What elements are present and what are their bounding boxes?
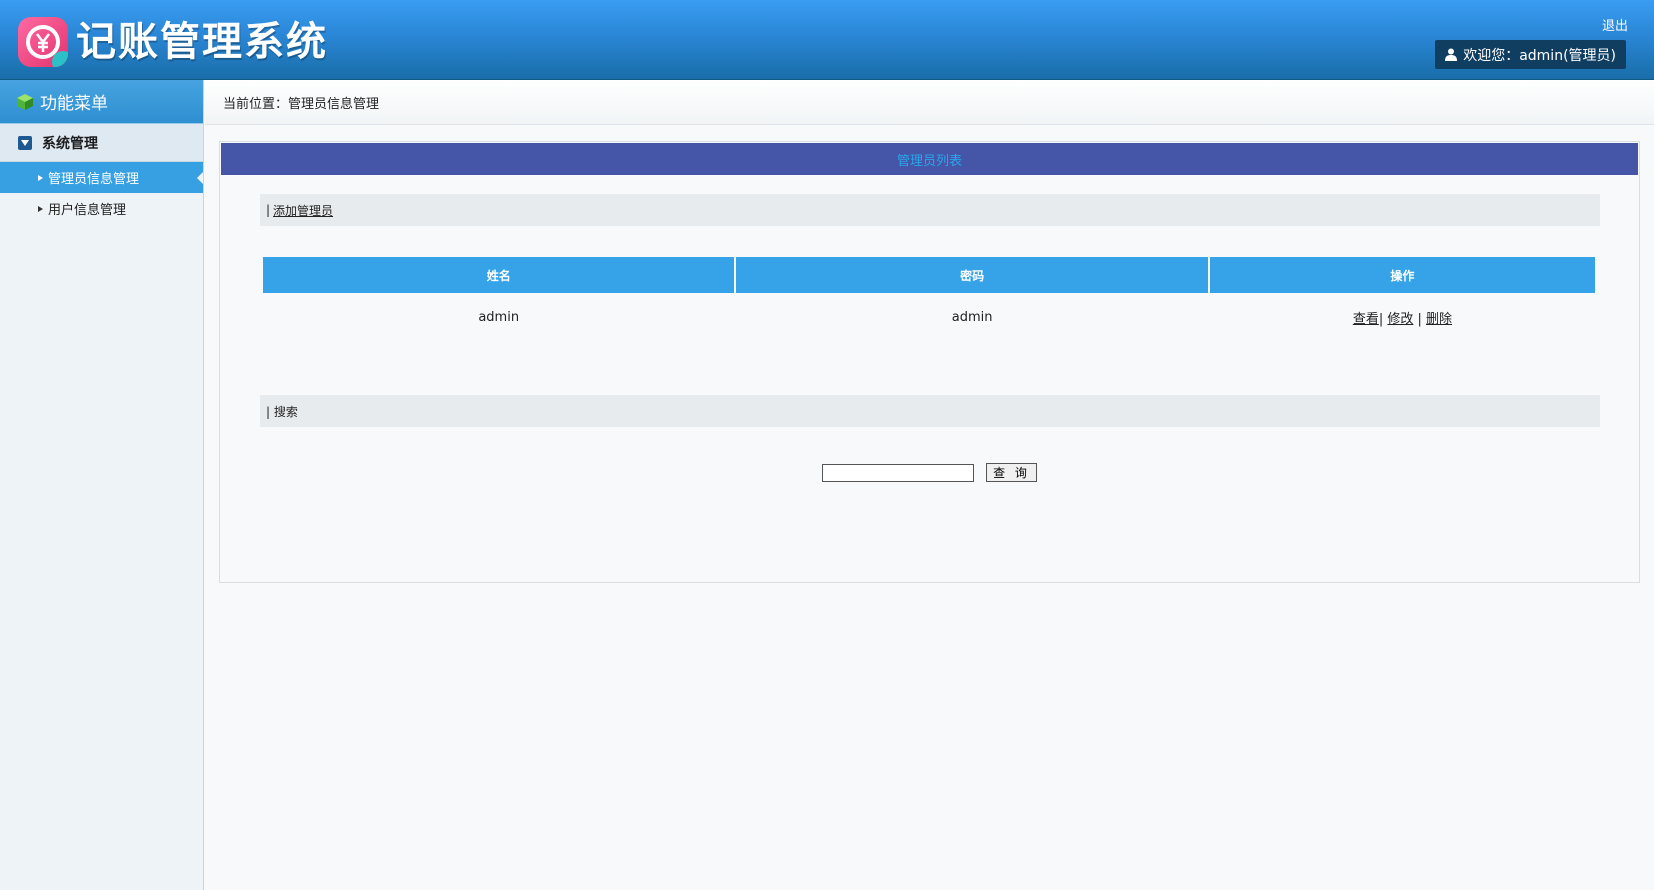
sidebar-item-user-management[interactable]: 用户信息管理 xyxy=(0,193,203,224)
column-header-password: 密码 xyxy=(736,257,1208,293)
welcome-text: 欢迎您：admin(管理员) xyxy=(1463,47,1616,64)
app-title: 记账管理系统 xyxy=(76,19,328,65)
cell-password: admin xyxy=(951,309,993,325)
search-button[interactable]: 查 询 xyxy=(986,463,1037,482)
sidebar-item-label: 用户信息管理 xyxy=(48,203,127,218)
cube-icon xyxy=(17,93,33,110)
sidebar-title-text: 功能菜单 xyxy=(40,94,108,114)
app-logo: 记账管理系统 xyxy=(18,17,328,67)
delete-link[interactable]: 删除 xyxy=(1426,312,1452,327)
logout-link[interactable]: 退出 xyxy=(1602,15,1628,34)
sidebar-title: 功能菜单 xyxy=(0,80,203,124)
add-admin-bar: | 添加管理员 xyxy=(260,194,1600,226)
cell-actions: 查看| 修改 | 删除 xyxy=(1352,311,1453,327)
search-input[interactable] xyxy=(822,463,975,482)
table-header-row: 姓名 密码 操作 xyxy=(263,257,1595,293)
edit-link[interactable]: 修改 xyxy=(1387,312,1413,327)
search-row: 查 询 xyxy=(220,463,1639,482)
user-icon xyxy=(1445,48,1458,61)
add-admin-link[interactable]: 添加管理员 xyxy=(273,202,333,219)
search-bar: | 搜索 xyxy=(260,395,1600,427)
welcome-badge: 欢迎您：admin(管理员) xyxy=(1435,40,1626,69)
sidebar-item-label: 管理员信息管理 xyxy=(48,172,140,187)
breadcrumb-text: 当前位置：管理员信息管理 xyxy=(223,96,380,112)
sidebar: 功能菜单 系统管理 管理员信息管理 用户信息管理 xyxy=(0,80,204,890)
panel-title: 管理员列表 xyxy=(221,143,1638,175)
cell-name: admin xyxy=(478,309,520,325)
divider: | xyxy=(266,203,271,217)
column-header-actions: 操作 xyxy=(1209,257,1595,293)
yen-icon xyxy=(18,17,68,67)
caret-right-icon xyxy=(38,205,43,212)
admin-table: 姓名 密码 操作 admin admin 查看| 修改 | 删除 xyxy=(261,257,1597,341)
admin-list-panel: 管理员列表 | 添加管理员 姓名 密码 操作 admin admin 查看| 修… xyxy=(219,141,1640,583)
view-link[interactable]: 查看 xyxy=(1353,312,1379,327)
search-label: | 搜索 xyxy=(266,404,298,419)
app-header: 记账管理系统 退出 欢迎您：admin(管理员) xyxy=(0,0,1654,80)
column-header-name: 姓名 xyxy=(263,257,735,293)
collapse-icon[interactable] xyxy=(18,135,32,150)
caret-right-icon xyxy=(38,174,43,181)
sidebar-item-admin-management[interactable]: 管理员信息管理 xyxy=(0,162,203,193)
table-row: admin admin 查看| 修改 | 删除 xyxy=(263,293,1595,341)
menu-group-label: 系统管理 xyxy=(42,135,98,152)
menu-group-system[interactable]: 系统管理 xyxy=(0,124,203,162)
breadcrumb: 当前位置：管理员信息管理 xyxy=(205,80,1654,125)
